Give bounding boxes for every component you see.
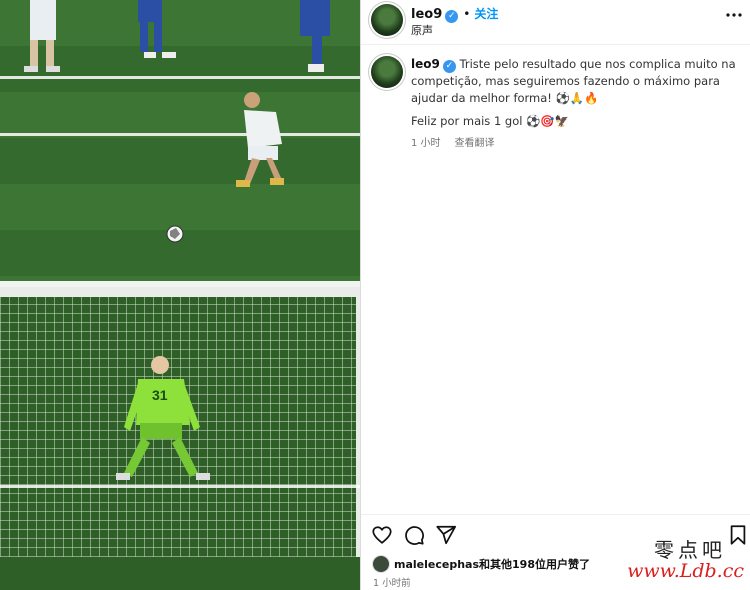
header-line: leo9 ✓ • 关注 — [411, 5, 498, 23]
heart-icon[interactable] — [371, 524, 393, 546]
goalkeeper-illustration: 31 — [116, 356, 210, 480]
verified-badge-icon: ✓ — [445, 10, 459, 23]
watermark-url: www.Ldb.cc — [627, 560, 744, 582]
avatar[interactable] — [371, 4, 403, 36]
watermark: 零点吧 www.Ldb.cc — [619, 534, 744, 588]
post-header: leo9 ✓ • 关注 原声 — [361, 0, 750, 45]
caption-username[interactable]: leo9 — [411, 57, 440, 71]
penalty-taker-frame — [0, 0, 360, 282]
svg-text:31: 31 — [152, 387, 168, 403]
caption-time: 1 小时 — [411, 138, 441, 149]
caption-avatar[interactable] — [371, 56, 403, 88]
post-timestamp: 1 小时前 — [373, 578, 411, 589]
more-options-icon[interactable] — [725, 6, 743, 29]
caption-body: Triste pelo resultado que nos complica m… — [411, 57, 736, 105]
post-media[interactable]: 31 — [0, 0, 360, 590]
post-sidebar: leo9 ✓ • 关注 原声 leo9 ✓ Triste pelo resultado … — [360, 0, 750, 590]
watermark-chinese: 零点吧 — [654, 538, 726, 562]
caption-text: leo9 ✓ Triste pelo resultado que nos comp… — [411, 56, 741, 107]
comment-icon[interactable] — [403, 524, 425, 546]
audio-label[interactable]: 原声 — [411, 22, 433, 38]
goalkeeper-frame: 31 — [0, 287, 360, 590]
see-translation-link[interactable]: 查看翻译 — [455, 138, 495, 149]
caption-meta: 1 小时 查看翻译 — [411, 134, 495, 149]
liker-avatar — [373, 556, 389, 572]
likes-count-text[interactable]: 和其他198位用户赞了 — [479, 558, 590, 571]
players-illustration — [24, 0, 330, 243]
separator-dot: • — [463, 7, 471, 21]
follow-button[interactable]: 关注 — [474, 7, 498, 21]
author-username[interactable]: leo9 — [411, 7, 442, 22]
liker-username[interactable]: malelecephas — [394, 558, 479, 571]
verified-badge-icon: ✓ — [442, 60, 456, 73]
likes-summary[interactable]: malelecephas和其他198位用户赞了 — [373, 556, 590, 572]
send-icon[interactable] — [435, 524, 457, 546]
caption-second-line: Feliz por mais 1 gol ⚽🎯🦅 — [411, 114, 570, 128]
